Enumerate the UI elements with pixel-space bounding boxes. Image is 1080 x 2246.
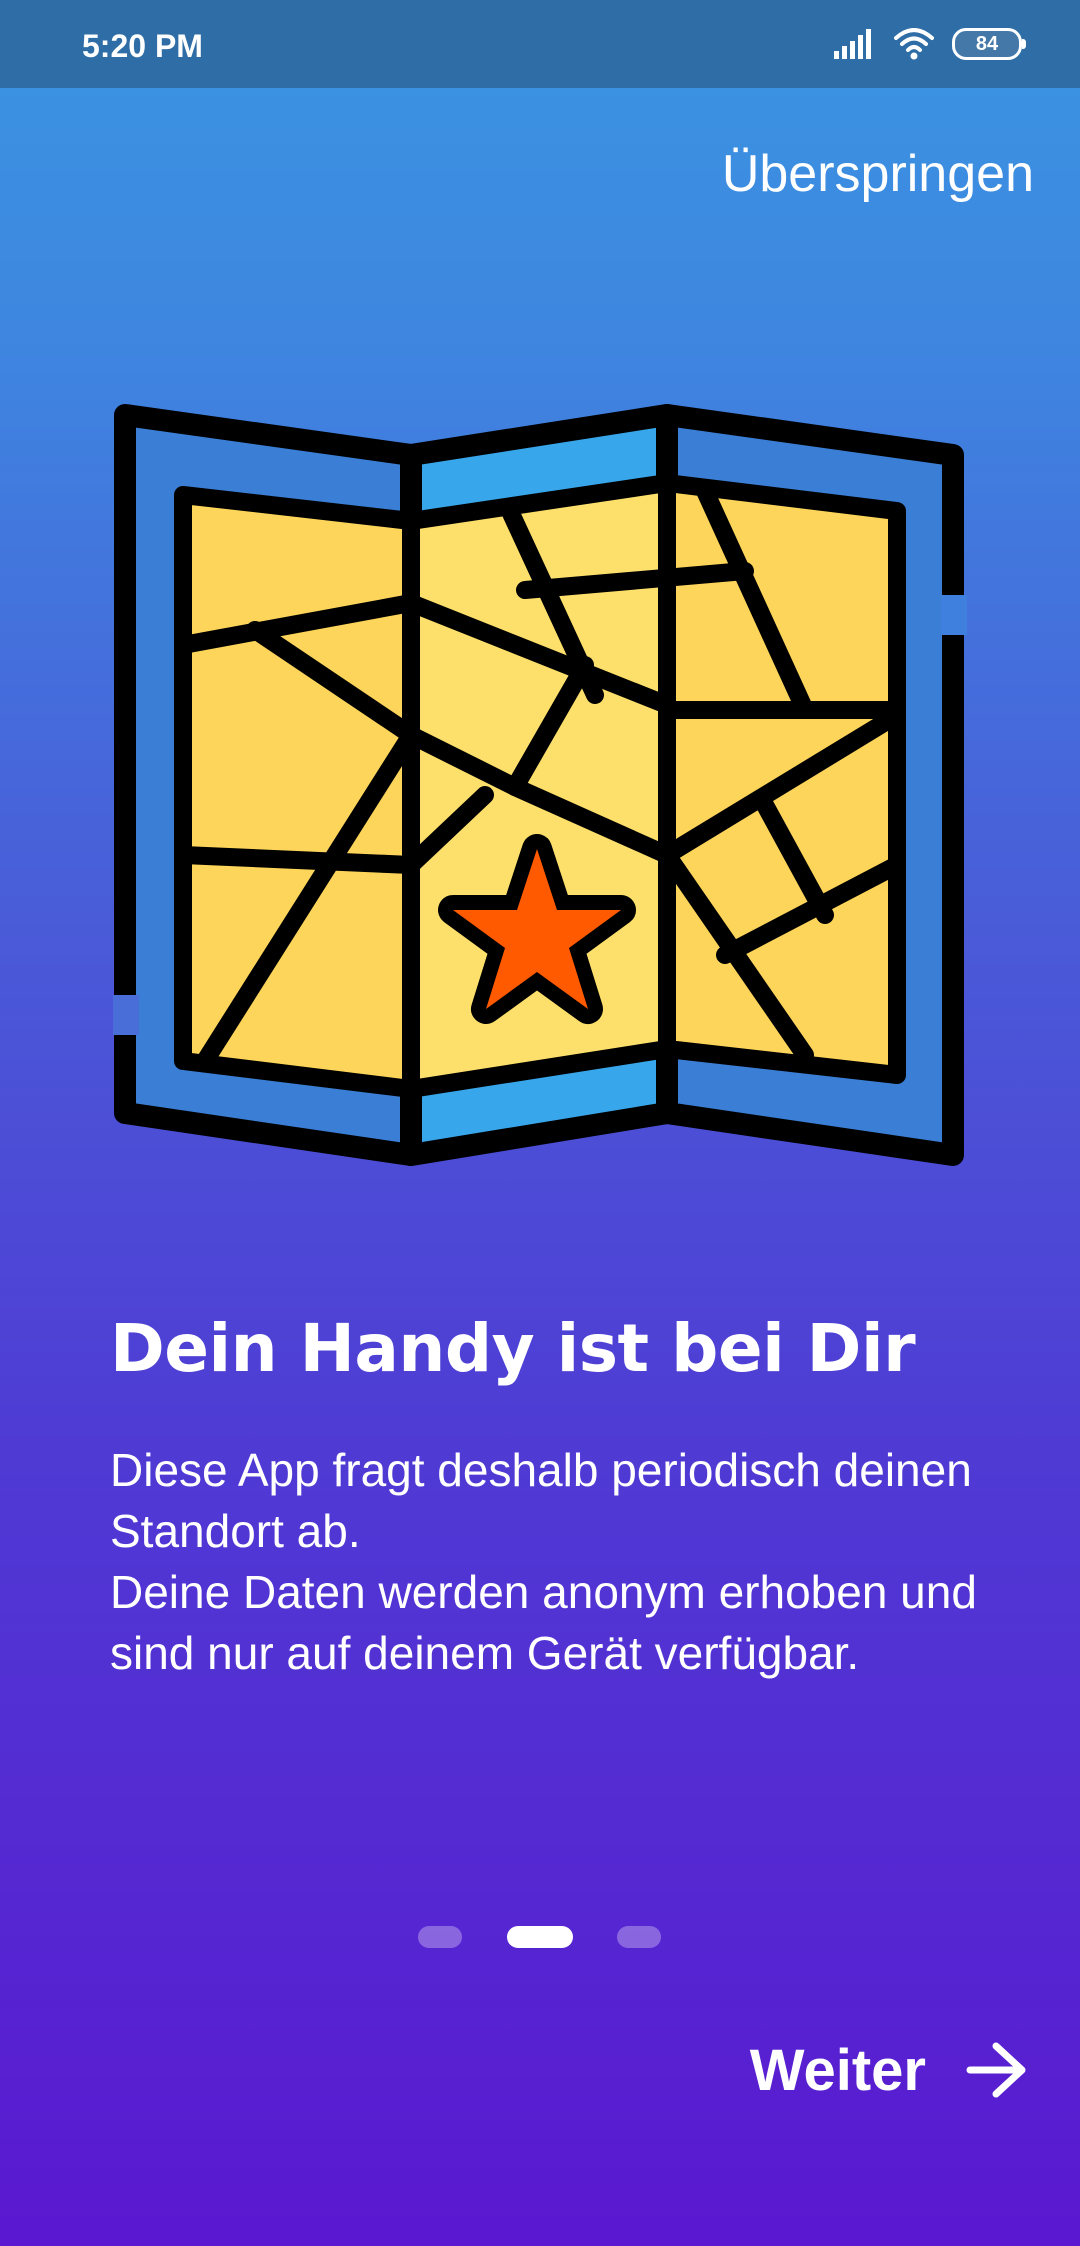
- arrow-right-icon: [966, 2042, 1026, 2098]
- page-description: Diese App fragt deshalb periodisch deine…: [110, 1444, 977, 1679]
- battery-icon: 84: [952, 28, 1026, 60]
- page-indicator: [0, 1926, 1080, 1950]
- wifi-icon: [894, 28, 934, 60]
- page-indicator-dot-1[interactable]: [418, 1926, 462, 1948]
- next-button[interactable]: Weiter: [750, 2030, 1028, 2110]
- next-button-label: Weiter: [749, 2037, 926, 2103]
- folded-map-with-star-icon: [113, 404, 967, 1166]
- page-indicator-dot-3[interactable]: [617, 1926, 661, 1948]
- signal-icon: [834, 29, 871, 59]
- page-indicator-dot-2-active[interactable]: [507, 1926, 573, 1948]
- status-icons: 84: [834, 26, 1026, 62]
- page-title: Dein Handy ist bei Dir: [110, 1310, 916, 1387]
- status-time: 5:20 PM: [82, 28, 203, 64]
- battery-level: 84: [975, 32, 999, 55]
- skip-button[interactable]: Überspringen: [722, 144, 1034, 204]
- status-bar: 5:20 PM 84: [0, 0, 1080, 88]
